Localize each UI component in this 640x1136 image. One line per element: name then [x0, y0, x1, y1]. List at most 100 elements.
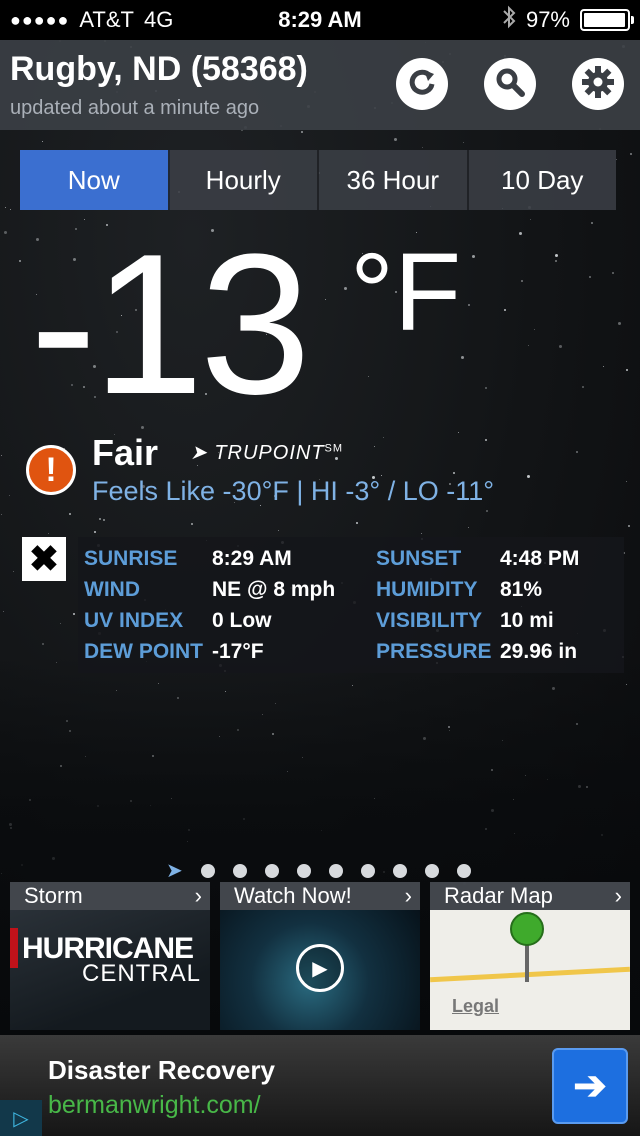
ad-url[interactable]: bermanwright.com/: [48, 1091, 261, 1120]
chevron-right-icon: ›: [404, 883, 412, 908]
battery-icon: [580, 9, 634, 31]
hurricane-central-thumbnail[interactable]: HURRICANE CENTRAL: [10, 910, 210, 1030]
hurricane-central-accent: [10, 928, 18, 968]
close-details-button[interactable]: ✖: [22, 537, 66, 581]
uv-index-value: 0 Low: [212, 608, 272, 632]
map-road: [430, 966, 630, 983]
service-mark: SM: [324, 442, 344, 455]
storm-card[interactable]: Storm › HURRICANE CENTRAL: [10, 882, 210, 1030]
details-panel: SUNRISE 8:29 AM SUNSET 4:48 PM WIND NE @…: [78, 537, 624, 673]
page-dot[interactable]: [456, 863, 471, 878]
star: [630, 153, 632, 155]
detail-row: WIND NE @ 8 mph HUMIDITY 81%: [84, 574, 618, 605]
detail-row: DEW POINT -17°F PRESSURE 29.96 in: [84, 636, 618, 667]
adchoices-icon[interactable]: ▷: [0, 1100, 42, 1136]
star: [191, 523, 193, 525]
ad-banner[interactable]: Disaster Recovery bermanwright.com/ ➔ ▷: [0, 1035, 640, 1136]
star: [576, 451, 578, 453]
chevron-right-icon: ›: [614, 883, 622, 908]
star: [4, 231, 7, 234]
location-arrow-icon: ➤: [166, 860, 183, 882]
star: [103, 519, 105, 521]
star: [13, 571, 14, 572]
search-icon: [494, 66, 526, 103]
star: [301, 131, 303, 133]
location-title[interactable]: Rugby, ND (58368): [10, 50, 308, 89]
star: [356, 522, 358, 524]
star: [555, 260, 557, 262]
dew-point-label: DEW POINT: [84, 639, 203, 663]
tab-hourly[interactable]: Hourly: [170, 150, 319, 210]
exclamation-icon: !: [45, 450, 57, 489]
visibility-label: VISIBILITY: [376, 608, 483, 632]
carrier-label: AT&T: [79, 7, 134, 32]
star: [463, 142, 464, 143]
legal-link[interactable]: Legal: [452, 996, 499, 1017]
star: [42, 643, 44, 645]
star: [383, 437, 384, 438]
star: [559, 345, 562, 348]
page-dot[interactable]: [392, 863, 407, 878]
sunset-label: SUNSET: [376, 546, 462, 570]
star: [5, 207, 6, 208]
page-dot[interactable]: [264, 863, 279, 878]
radar-map-thumbnail[interactable]: Legal: [430, 910, 630, 1030]
page-dot[interactable]: [424, 863, 439, 878]
star: [527, 475, 530, 478]
watch-now-card-header[interactable]: Watch Now! ›: [220, 882, 420, 910]
video-thumbnail[interactable]: ▶: [220, 910, 420, 1030]
star: [69, 513, 71, 515]
star: [485, 439, 487, 441]
updated-time: updated about a minute ago: [10, 97, 260, 119]
star: [628, 525, 630, 527]
star: [626, 369, 628, 371]
uv-index-label: UV INDEX: [84, 608, 184, 632]
play-icon[interactable]: ▶: [296, 944, 344, 992]
star: [9, 495, 10, 496]
star: [591, 222, 593, 224]
star: [99, 518, 101, 520]
detail-row: UV INDEX 0 Low VISIBILITY 10 mi: [84, 605, 618, 636]
tab-36-hour[interactable]: 36 Hour: [319, 150, 469, 210]
battery-fill: [584, 13, 625, 27]
network-label: 4G: [143, 7, 174, 32]
watch-now-card[interactable]: Watch Now! › ▶: [220, 882, 420, 1030]
page-dot[interactable]: [232, 863, 247, 878]
alert-button[interactable]: !: [26, 445, 76, 495]
gear-icon: [581, 65, 615, 104]
star: [453, 472, 455, 474]
sunset-value: 4:48 PM: [500, 546, 580, 570]
refresh-button[interactable]: [396, 58, 448, 110]
star: [344, 287, 347, 290]
star: [582, 386, 584, 388]
ad-go-button[interactable]: ➔: [552, 1048, 628, 1124]
star: [1, 514, 2, 515]
wind-label: WIND: [84, 577, 140, 601]
star: [10, 209, 11, 210]
star: [3, 611, 4, 612]
star: [504, 309, 506, 311]
star: [461, 356, 464, 359]
page-dot[interactable]: [296, 863, 311, 878]
star: [421, 533, 422, 534]
bluetooth-icon: [502, 5, 516, 35]
close-icon: ✖: [28, 538, 60, 579]
star: [368, 376, 369, 377]
page-dot[interactable]: [360, 863, 375, 878]
tab-10-day[interactable]: 10 Day: [469, 150, 617, 210]
star: [534, 329, 535, 330]
battery-percent: 97%: [525, 7, 570, 32]
page-dot[interactable]: [328, 863, 343, 878]
search-button[interactable]: [484, 58, 536, 110]
condition-text: Fair: [92, 432, 159, 473]
watch-now-label: Watch Now!: [234, 883, 352, 908]
radar-map-card-header[interactable]: Radar Map ›: [430, 882, 630, 910]
settings-button[interactable]: [572, 58, 624, 110]
radar-map-card[interactable]: Radar Map › Legal: [430, 882, 630, 1030]
page-indicator[interactable]: ➤: [166, 858, 471, 883]
star: [616, 159, 617, 160]
star: [521, 280, 523, 282]
page-dot[interactable]: [200, 863, 215, 878]
storm-card-header[interactable]: Storm ›: [10, 882, 210, 910]
tab-now[interactable]: Now: [20, 150, 170, 210]
